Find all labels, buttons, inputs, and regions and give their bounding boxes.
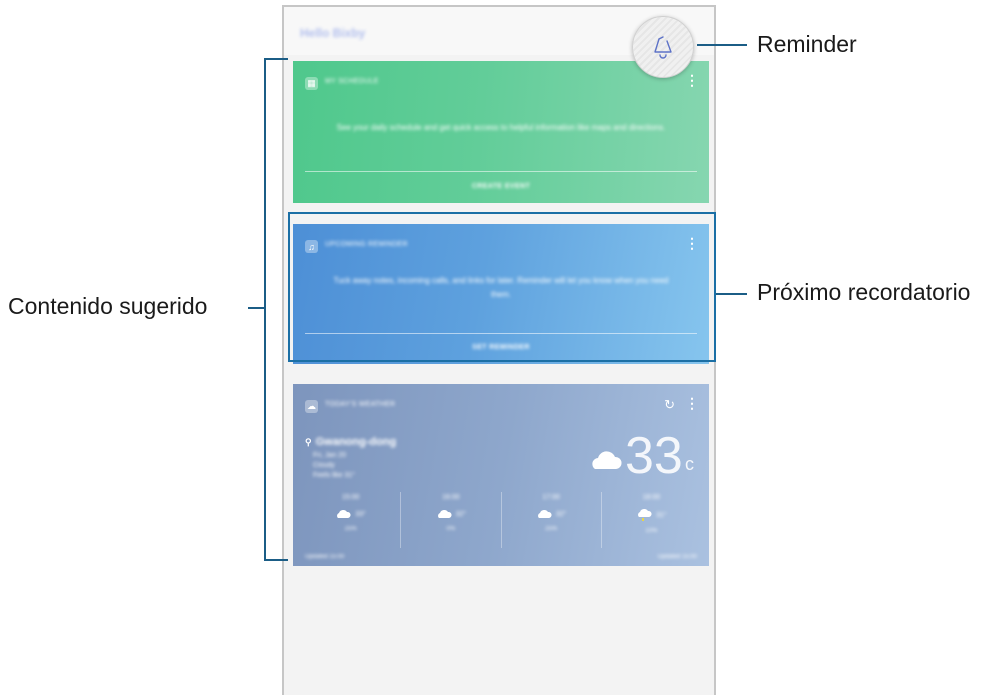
- weather-card-title: TODAY'S WEATHER: [325, 401, 396, 408]
- refresh-icon[interactable]: ↻: [664, 397, 675, 413]
- cloud-icon: [437, 509, 452, 518]
- suggested-content-callout-line: [248, 307, 265, 309]
- hourly-item: 18:00 31° 10%: [602, 492, 701, 548]
- weather-location: ⚲ Gwanong-dong: [305, 436, 396, 448]
- greeting-text: Hello Bixby: [300, 26, 366, 40]
- upcoming-reminder-callout-line: [716, 293, 747, 295]
- suggested-content-bracket: [264, 58, 266, 561]
- hour-temp: 32°: [555, 510, 567, 518]
- schedule-card-body: See your daily schedule and get quick ac…: [336, 123, 666, 132]
- cloud-icon: [337, 509, 351, 518]
- weather-feels-like: Feels like 31°: [313, 472, 356, 479]
- figure: Hello Bixby ▦ MY SCHEDULE ⋮ See your dai…: [0, 0, 1002, 695]
- hour-precip: 0%: [446, 526, 456, 532]
- cloud-icon: [537, 509, 552, 518]
- weather-updated-left: Updated 15:00: [305, 554, 345, 560]
- location-name: Gwanong-dong: [315, 436, 397, 448]
- location-pin-icon: ⚲: [305, 436, 312, 447]
- hour-precip: 25%: [344, 526, 357, 532]
- cloud-icon: [592, 451, 622, 469]
- more-vert-icon[interactable]: ⋮: [685, 396, 699, 410]
- bell-reminder-icon: [654, 36, 672, 59]
- current-temperature: 33: [625, 427, 683, 485]
- cloud-sun-icon: [638, 509, 652, 521]
- temperature-unit: c: [685, 454, 694, 474]
- upcoming-reminder-callout-label: Próximo recordatorio: [757, 279, 971, 305]
- suggested-content-callout-label: Contenido sugerido: [8, 293, 208, 319]
- hour-time: 17:00: [542, 494, 560, 501]
- hourly-item: 17:00 32° 25%: [502, 492, 602, 548]
- schedule-card[interactable]: ▦ MY SCHEDULE ⋮ See your daily schedule …: [293, 61, 709, 203]
- hour-temp: 32°: [455, 510, 467, 518]
- weather-condition: Cloudy: [313, 462, 335, 469]
- hour-temp: 31°: [656, 511, 667, 519]
- calendar-icon: ▦: [305, 77, 318, 90]
- hourly-item: 15:00 33° 25%: [301, 492, 402, 548]
- hour-time: 15:00: [341, 494, 360, 501]
- weather-date: Fri, Jan 20: [313, 452, 347, 459]
- reminder-button[interactable]: [632, 16, 694, 78]
- hour-temp: 33°: [355, 510, 366, 518]
- reminder-callout-line: [697, 44, 747, 46]
- create-event-button[interactable]: CREATE EVENT: [293, 183, 709, 190]
- weather-icon: ☁: [305, 400, 318, 413]
- weather-updated-right: Updated 15:00: [657, 554, 697, 560]
- suggested-content-bracket-top: [264, 58, 288, 60]
- schedule-card-title: MY SCHEDULE: [325, 78, 379, 85]
- hour-precip: 10%: [645, 528, 658, 534]
- hour-precip: 25%: [545, 526, 558, 532]
- hour-time: 18:00: [642, 494, 661, 501]
- hour-time: 16:00: [442, 494, 460, 501]
- hourly-forecast: 15:00 33° 25% 16:00 32° 0% 17:00 32° 25%…: [301, 492, 701, 548]
- upcoming-reminder-highlight: [288, 212, 716, 362]
- weather-card[interactable]: ☁ TODAY'S WEATHER ↻ ⋮ ⚲ Gwanong-dong Fri…: [293, 384, 709, 566]
- suggested-content-bracket-bottom: [264, 559, 288, 561]
- more-vert-icon[interactable]: ⋮: [685, 73, 699, 87]
- card-divider: [305, 171, 697, 172]
- reminder-callout-label: Reminder: [757, 31, 857, 57]
- hourly-item: 16:00 32° 0%: [401, 492, 502, 548]
